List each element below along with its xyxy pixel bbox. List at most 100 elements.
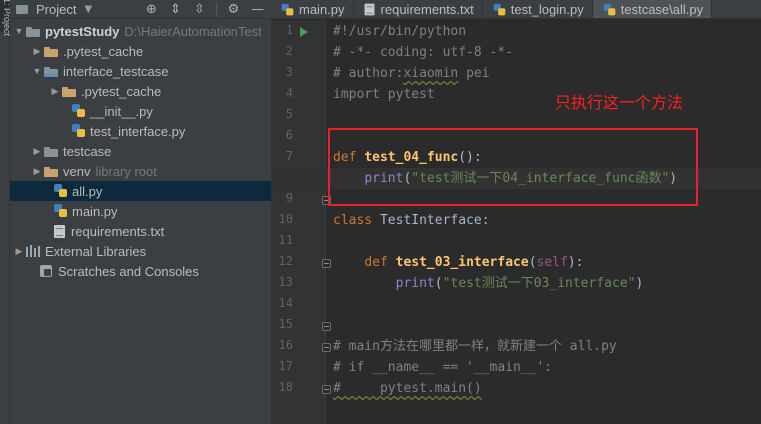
project-folder-icon: [16, 3, 30, 15]
folder-icon: [62, 86, 76, 97]
line-number: 1: [285, 23, 293, 37]
text-file-icon: [364, 3, 374, 16]
project-view-selector[interactable]: Project: [36, 2, 76, 17]
code-line-13: print("test测试一下03_interface"): [395, 276, 644, 291]
line-number: 6: [285, 128, 293, 142]
tree-item-label: External Libraries: [45, 243, 147, 259]
python-file-icon: [603, 3, 616, 16]
tree-item-init-py[interactable]: __init__.py: [10, 101, 271, 121]
line-number: 11: [278, 233, 293, 247]
line-number: 7: [285, 149, 293, 163]
tab-main-py[interactable]: main.py: [271, 0, 354, 18]
tree-item-requirements-txt[interactable]: requirements.txt: [10, 221, 271, 241]
tree-item-test-interface-py[interactable]: test_interface.py: [10, 121, 271, 141]
tree-item-pytest-cache-nested[interactable]: ▶ .pytest_cache: [10, 81, 271, 101]
code-line-12: def test_03_interface(self):: [364, 255, 584, 270]
folder-icon: [44, 46, 58, 57]
tree-item-label: venv: [63, 163, 91, 179]
run-icon[interactable]: [300, 27, 308, 37]
project-panel-header: Project ▼ ⊕ ⇕ ⇳ ⚙ —: [10, 0, 271, 19]
expand-all-icon[interactable]: ⇕: [168, 2, 183, 17]
tree-item-label: .pytest_cache: [63, 43, 144, 59]
tree-item-external-libraries[interactable]: ▶ External Libraries: [10, 241, 271, 261]
project-panel: Project ▼ ⊕ ⇕ ⇳ ⚙ — ▼ pytestStudy D:\Hai…: [10, 0, 271, 424]
toolbar-divider: [216, 2, 217, 17]
line-number: 9: [285, 191, 293, 205]
code-line-3: # author:xiaomin pei: [333, 66, 490, 81]
line-number: 14: [278, 296, 293, 310]
tab-label: testcase\all.py: [620, 2, 704, 17]
tree-item-testcase[interactable]: ▶ testcase: [10, 141, 271, 161]
tree-item-interface-testcase[interactable]: ▼ interface_testcase: [10, 61, 271, 81]
line-number: 18: [278, 380, 293, 394]
tree-item-label: interface_testcase: [63, 63, 169, 79]
line-number: 2: [285, 44, 293, 58]
python-file-icon: [493, 3, 506, 16]
code-line-4: import pytest: [333, 87, 435, 102]
code-line-1: #!/usr/bin/python: [333, 24, 467, 39]
python-file-icon: [54, 204, 67, 218]
code-line-18: # pytest.main(): [333, 381, 482, 396]
tree-item-pyteststudy[interactable]: ▼ pytestStudy D:\HaierAutomationTest: [10, 21, 271, 41]
line-number: 3: [285, 65, 293, 79]
chevron-right-icon[interactable]: ▶: [30, 146, 44, 157]
chevron-right-icon[interactable]: ▶: [30, 46, 44, 57]
code-line-10: class TestInterface:: [333, 213, 490, 228]
tree-item-label: pytestStudy: [45, 23, 120, 39]
code-editor: main.py requirements.txt test_login.py t…: [271, 0, 761, 424]
chevron-right-icon[interactable]: ▶: [30, 166, 44, 177]
collapse-all-icon[interactable]: ⇳: [192, 2, 207, 17]
scratches-icon: [40, 265, 52, 277]
locate-file-icon[interactable]: ⊕: [144, 2, 159, 17]
annotation-highlight-box: [328, 128, 698, 206]
line-number: 5: [285, 107, 293, 121]
tab-label: requirements.txt: [380, 2, 474, 17]
editor-tabs: main.py requirements.txt test_login.py t…: [271, 0, 761, 19]
line-number: 17: [278, 359, 293, 373]
hide-panel-icon[interactable]: —: [250, 2, 265, 17]
text-file-icon: [54, 224, 65, 238]
line-number: 10: [278, 212, 293, 226]
code-area[interactable]: #!/usr/bin/python # -*- coding: utf-8 -*…: [271, 20, 761, 424]
tab-testcase-all-py[interactable]: testcase\all.py: [592, 0, 713, 18]
project-tree: ▼ pytestStudy D:\HaierAutomationTest ▶ .…: [10, 21, 271, 281]
python-file-icon: [281, 3, 294, 16]
tree-item-scratches[interactable]: Scratches and Consoles: [10, 261, 271, 281]
tab-requirements-txt[interactable]: requirements.txt: [354, 0, 483, 18]
package-folder-icon: [44, 66, 58, 77]
tree-item-main-py[interactable]: main.py: [10, 201, 271, 221]
line-number: 12: [278, 254, 293, 268]
python-file-icon: [72, 104, 85, 118]
code-line-2: # -*- coding: utf-8 -*-: [333, 45, 514, 60]
code-line-17: # if __name__ == '__main__':: [333, 360, 553, 375]
tab-test-login-py[interactable]: test_login.py: [483, 0, 593, 18]
tree-item-venv[interactable]: ▶ venv library root: [10, 161, 271, 181]
library-icon: [26, 245, 40, 257]
line-number: 15: [278, 317, 293, 331]
annotation-text: 只执行这一个方法: [555, 93, 684, 112]
line-number-gutter: 1 2 3 4 5 6 7 8 9 10 11 12 13 14 15 16 1…: [271, 20, 331, 424]
project-path: D:\HaierAutomationTest: [124, 23, 262, 39]
gear-icon[interactable]: ⚙: [226, 2, 241, 17]
library-folder-icon: [44, 166, 58, 177]
folder-icon: [44, 146, 58, 157]
line-number: 4: [285, 86, 293, 100]
line-number: 13: [278, 275, 293, 289]
tree-item-label: __init__.py: [90, 103, 153, 119]
tree-item-label: main.py: [72, 203, 118, 219]
tree-item-label: test_interface.py: [90, 123, 186, 139]
chevron-down-icon[interactable]: ▼: [12, 26, 26, 36]
tree-item-label: .pytest_cache: [81, 83, 162, 99]
chevron-down-icon[interactable]: ▼: [30, 66, 44, 76]
tree-item-label: Scratches and Consoles: [58, 263, 199, 279]
chevron-down-icon[interactable]: ▼: [84, 4, 92, 15]
tree-item-all-py[interactable]: all.py: [10, 181, 271, 201]
code-line-16: # main方法在哪里都一样，就新建一个 all.py: [333, 339, 617, 354]
chevron-right-icon[interactable]: ▶: [48, 86, 62, 97]
python-file-icon: [72, 124, 85, 138]
tab-label: test_login.py: [510, 2, 584, 17]
chevron-right-icon[interactable]: ▶: [12, 246, 26, 257]
tree-item-label: requirements.txt: [71, 223, 165, 239]
project-panel-toolbar: ⊕ ⇕ ⇳ ⚙ —: [144, 0, 265, 19]
tree-item-pytest-cache[interactable]: ▶ .pytest_cache: [10, 41, 271, 61]
